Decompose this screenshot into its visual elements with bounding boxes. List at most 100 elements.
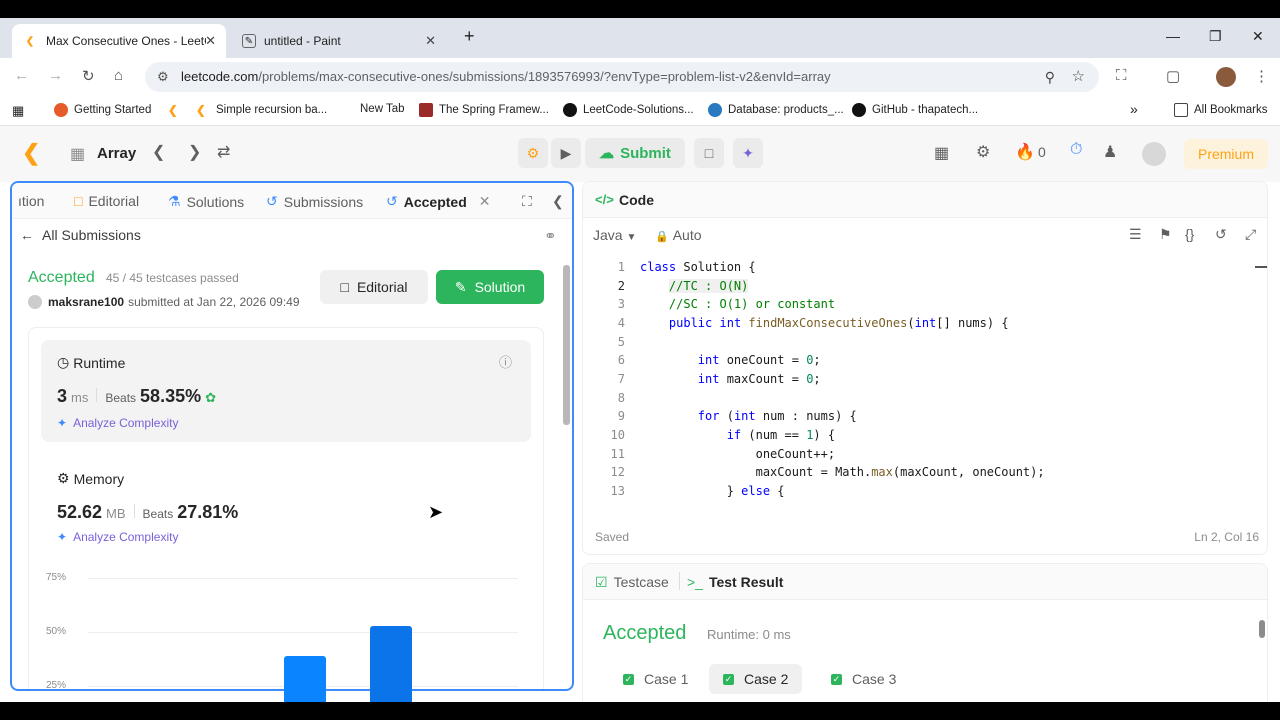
code-title: Code <box>619 192 654 208</box>
tab-testcase[interactable]: ☑ Testcase <box>595 574 669 591</box>
case-1-tab[interactable]: ✓ Case 1 <box>609 664 702 694</box>
site-info-icon[interactable]: ⚙ <box>157 62 169 92</box>
all-bookmarks-button[interactable]: All Bookmarks <box>1174 103 1268 117</box>
format-list-icon[interactable]: ☰ <box>1129 226 1142 243</box>
url-path: /problems/max-consecutive-ones/submissio… <box>258 69 831 84</box>
check-icon: ✓ <box>831 673 842 685</box>
tab-leetcode[interactable]: ❮ Max Consecutive Ones - LeetCo ✕ <box>12 24 226 58</box>
bookmark-new-tab[interactable]: New Tab <box>360 103 405 115</box>
scrollbar[interactable] <box>563 265 570 425</box>
beats-label: Beats <box>142 507 174 521</box>
case-3-tab[interactable]: ✓ Case 3 <box>817 664 910 694</box>
bookmark-icon[interactable]: ⚑ <box>1159 226 1172 243</box>
run-icon[interactable]: ▶ <box>551 138 581 168</box>
settings-gear-icon[interactable]: ⚙ <box>976 142 990 162</box>
forward-icon[interactable]: → <box>48 67 63 84</box>
tab-accepted[interactable]: ↺ Accepted ✕ <box>386 193 491 210</box>
auto-mode[interactable]: 🔒 Auto <box>655 227 702 243</box>
firefox-icon <box>54 103 68 117</box>
submit-button[interactable]: ☁ Submit <box>585 138 685 168</box>
menu-icon[interactable]: ⋮ <box>1254 67 1269 85</box>
streak-fire-icon[interactable]: 🔥 <box>1015 142 1035 162</box>
debug-icon[interactable]: ⚙ <box>518 138 548 168</box>
notes-icon[interactable]: □ <box>694 138 724 168</box>
info-icon[interactable]: ⓘ <box>499 352 512 371</box>
scrollbar[interactable] <box>1259 620 1265 638</box>
gridline <box>88 578 518 579</box>
solution-button[interactable]: ✎ Solution <box>436 270 544 304</box>
tab-description[interactable]: ıtion <box>18 193 44 209</box>
grid-icon[interactable]: ▦ <box>70 144 85 164</box>
bookmark-leetcode[interactable]: ❮ <box>168 103 188 117</box>
ai-sparkle-icon[interactable]: ✦ <box>733 138 763 168</box>
back-icon[interactable]: ← <box>14 67 29 84</box>
maximize-icon[interactable]: ⛶ <box>522 193 532 210</box>
tab-test-result[interactable]: >_ Test Result <box>687 574 783 590</box>
line-number: 6 <box>617 353 625 367</box>
timer-icon[interactable]: ⏱ <box>1070 141 1082 159</box>
layout-icon[interactable]: ▦ <box>934 143 949 163</box>
bookmark-getting-started[interactable]: Getting Started <box>54 103 151 117</box>
line-number: 8 <box>617 391 625 405</box>
collapse-icon[interactable]: ❮ <box>552 193 564 210</box>
bookmark-leetcode-solutions[interactable]: LeetCode-Solutions... <box>563 103 694 117</box>
history-icon: ↺ <box>386 193 398 209</box>
close-tab-icon[interactable]: ✕ <box>479 193 491 210</box>
lock-icon: 🔒 <box>655 231 669 243</box>
analyze-complexity-memory[interactable]: ✦ Analyze Complexity <box>57 530 178 544</box>
share-link-icon[interactable]: ⚭ <box>544 227 557 245</box>
bookmark-spring[interactable]: The Spring Framew... <box>419 103 549 117</box>
prev-problem-icon[interactable]: ❮ <box>152 142 165 162</box>
profile-avatar[interactable] <box>1216 67 1236 87</box>
divider <box>679 572 680 590</box>
close-tab-icon[interactable]: ✕ <box>205 33 216 49</box>
y-tick-label: 50% <box>46 626 67 637</box>
url-input[interactable]: ⚙ leetcode.com/problems/max-consecutive-… <box>145 62 1099 92</box>
zoom-icon[interactable]: ⚲ <box>1045 62 1055 92</box>
runtime-card[interactable]: ◷ Runtime ⓘ 3 ms Beats 58.35% ✿ ✦ Analyze … <box>41 340 531 442</box>
runtime-value: 3 <box>57 386 68 406</box>
bookmark-simple-recursion[interactable]: ❮ Simple recursion ba... <box>196 103 327 117</box>
test-runtime: Runtime: 0 ms <box>707 627 791 642</box>
case-2-tab[interactable]: ✓ Case 2 <box>709 664 803 694</box>
fullscreen-icon[interactable]: ⤢ <box>1245 226 1256 243</box>
braces-icon[interactable]: {} <box>1185 226 1194 242</box>
close-window-icon[interactable]: ✕ <box>1252 28 1264 45</box>
bookmark-database[interactable]: Database: products_... <box>708 103 844 117</box>
chart-bar[interactable] <box>284 655 326 702</box>
reload-icon[interactable]: ↻ <box>82 67 95 85</box>
more-bookmarks-button[interactable]: » <box>1130 101 1138 117</box>
leetcode-navbar: ❮ ▦ Array ❮ ❯ ⇄ ⚙ ▶ ☁ Submit □ ✦ ▦ ⚙ 🔥 0 … <box>0 126 1280 182</box>
user-avatar[interactable] <box>1142 142 1166 166</box>
home-icon[interactable]: ⌂ <box>114 67 123 84</box>
tab-solutions[interactable]: ⚗ Solutions <box>168 193 244 210</box>
chart-bar[interactable] <box>370 625 412 702</box>
close-tab-icon[interactable]: ✕ <box>425 33 436 49</box>
new-tab-button[interactable]: + <box>464 26 475 47</box>
premium-button[interactable]: Premium <box>1184 139 1268 169</box>
problem-list-title[interactable]: Array <box>97 145 136 162</box>
username[interactable]: maksrane100 <box>48 295 124 309</box>
editorial-button[interactable]: □ Editorial <box>320 270 428 304</box>
apps-icon[interactable]: ▦ <box>12 103 24 119</box>
all-submissions-link[interactable]: ← All Submissions <box>20 227 141 243</box>
cast-icon[interactable]: ▢ <box>1166 67 1180 85</box>
upload-cloud-icon: ☁ <box>599 145 615 162</box>
tab-editorial[interactable]: □ Editorial <box>74 193 139 209</box>
analyze-complexity-runtime[interactable]: ✦ Analyze Complexity <box>57 416 178 430</box>
bookmark-github[interactable]: GitHub - thapatech... <box>852 103 978 117</box>
shuffle-icon[interactable]: ⇄ <box>217 142 230 162</box>
tab-submissions[interactable]: ↺ Submissions <box>266 193 363 210</box>
add-user-icon[interactable]: ♟ <box>1103 142 1117 162</box>
reset-icon[interactable]: ↺ <box>1215 226 1227 243</box>
language-select[interactable]: Java ▼ <box>593 227 636 243</box>
code-line: //SC : O(1) or constant <box>668 297 836 311</box>
minimize-icon[interactable]: — <box>1166 28 1180 44</box>
code-editor[interactable]: 1 2 3 4 5 6 7 8 9 10 11 12 13 class Solu… <box>583 252 1255 508</box>
next-problem-icon[interactable]: ❯ <box>188 142 201 162</box>
tab-paint[interactable]: ✎ untitled - Paint ✕ <box>232 24 446 58</box>
bookmark-star-icon[interactable]: ☆ <box>1072 62 1085 92</box>
leetcode-logo[interactable]: ❮ <box>22 140 40 166</box>
extensions-icon[interactable]: ⛶ <box>1116 67 1127 84</box>
restore-icon[interactable]: ❐ <box>1209 28 1222 45</box>
